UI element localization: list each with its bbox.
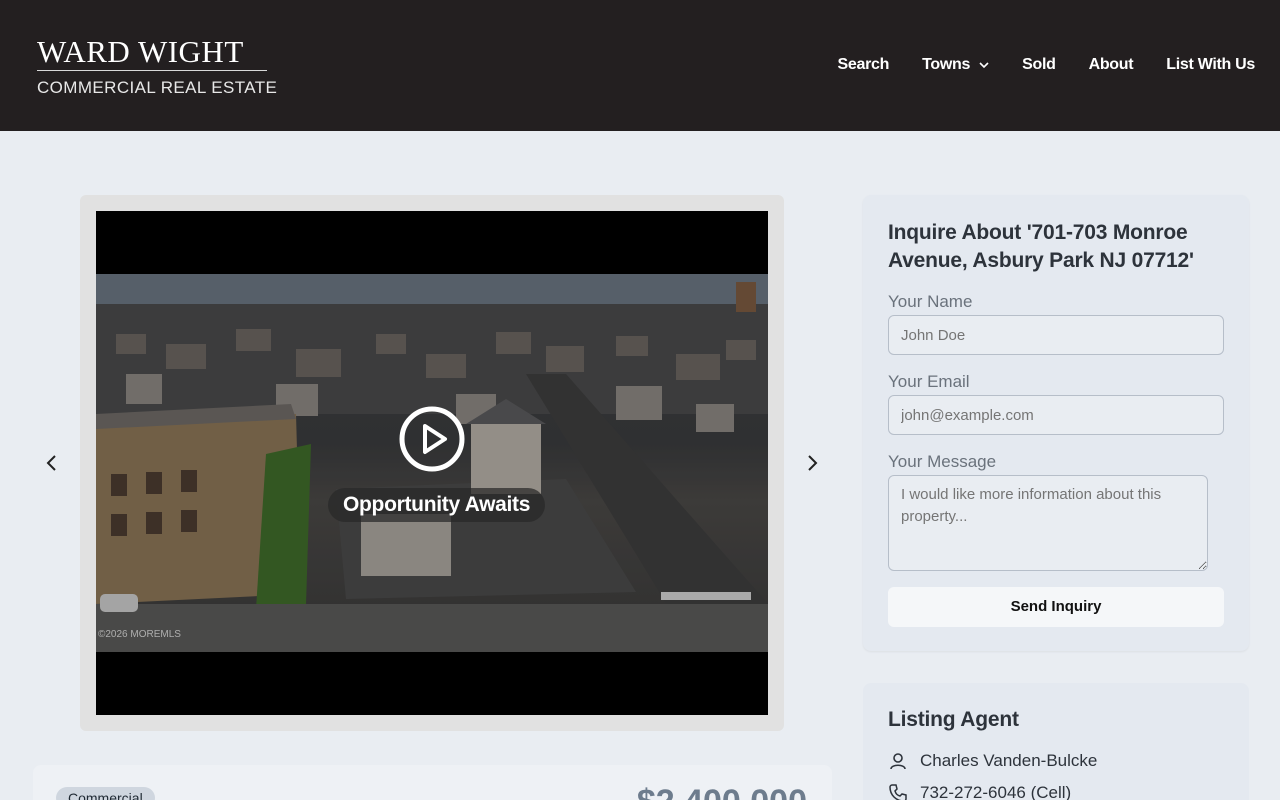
video-player[interactable]: ©2026 MOREMLS Opportunity Awaits bbox=[96, 211, 768, 715]
chevron-right-icon[interactable] bbox=[805, 454, 819, 472]
nav-search[interactable]: Search bbox=[838, 56, 890, 74]
site-header: WARD WIGHT COMMERCIAL REAL ESTATE Search… bbox=[0, 0, 1280, 131]
phone-icon bbox=[889, 784, 907, 800]
property-type-badge: Commercial bbox=[56, 787, 155, 800]
listing-summary-card: Commercial $2,400,000 bbox=[33, 765, 832, 800]
photo-watermark: ©2026 MOREMLS bbox=[98, 629, 181, 640]
user-icon bbox=[890, 753, 906, 770]
inquiry-title: Inquire About '701-703 Monroe Avenue, As… bbox=[888, 221, 1194, 272]
main-nav: Search Towns Sold About List With Us bbox=[838, 56, 1256, 74]
agent-name: Charles Vanden-Bulcke bbox=[920, 751, 1098, 770]
nav-about[interactable]: About bbox=[1089, 56, 1134, 74]
media-gallery: ©2026 MOREMLS Opportunity Awaits bbox=[80, 195, 784, 731]
email-label: Your Email bbox=[888, 372, 970, 391]
message-field[interactable] bbox=[888, 475, 1208, 571]
play-icon[interactable] bbox=[399, 406, 465, 472]
video-caption: Opportunity Awaits bbox=[328, 488, 546, 522]
nav-list-with-us[interactable]: List With Us bbox=[1166, 56, 1255, 74]
inquiry-form-card: Inquire About '701-703 Monroe Avenue, As… bbox=[863, 195, 1249, 651]
send-inquiry-button[interactable]: Send Inquiry bbox=[888, 587, 1224, 627]
logo-subtitle: COMMERCIAL REAL ESTATE bbox=[37, 78, 278, 97]
listing-price: $2,400,000 bbox=[637, 783, 807, 800]
listing-agent-card: Listing Agent Charles Vanden-Bulcke 732-… bbox=[863, 683, 1249, 800]
nav-sold[interactable]: Sold bbox=[1022, 56, 1056, 74]
agent-phone: 732-272-6046 (Cell) bbox=[920, 783, 1072, 800]
logo-divider bbox=[37, 70, 267, 71]
agent-phone-row[interactable]: 732-272-6046 (Cell) bbox=[888, 783, 1071, 800]
agent-card-title: Listing Agent bbox=[888, 708, 1019, 731]
message-label: Your Message bbox=[888, 452, 997, 471]
logo-title: WARD WIGHT bbox=[37, 34, 244, 69]
nav-towns-label: Towns bbox=[922, 56, 971, 73]
name-label: Your Name bbox=[888, 292, 973, 311]
chevron-down-icon bbox=[979, 62, 989, 69]
name-field[interactable] bbox=[888, 315, 1224, 355]
nav-towns[interactable]: Towns bbox=[922, 56, 989, 74]
email-field[interactable] bbox=[888, 395, 1224, 435]
chevron-left-icon[interactable] bbox=[45, 454, 59, 472]
site-logo[interactable]: WARD WIGHT COMMERCIAL REAL ESTATE bbox=[37, 34, 278, 98]
agent-name-row: Charles Vanden-Bulcke bbox=[888, 751, 1097, 771]
